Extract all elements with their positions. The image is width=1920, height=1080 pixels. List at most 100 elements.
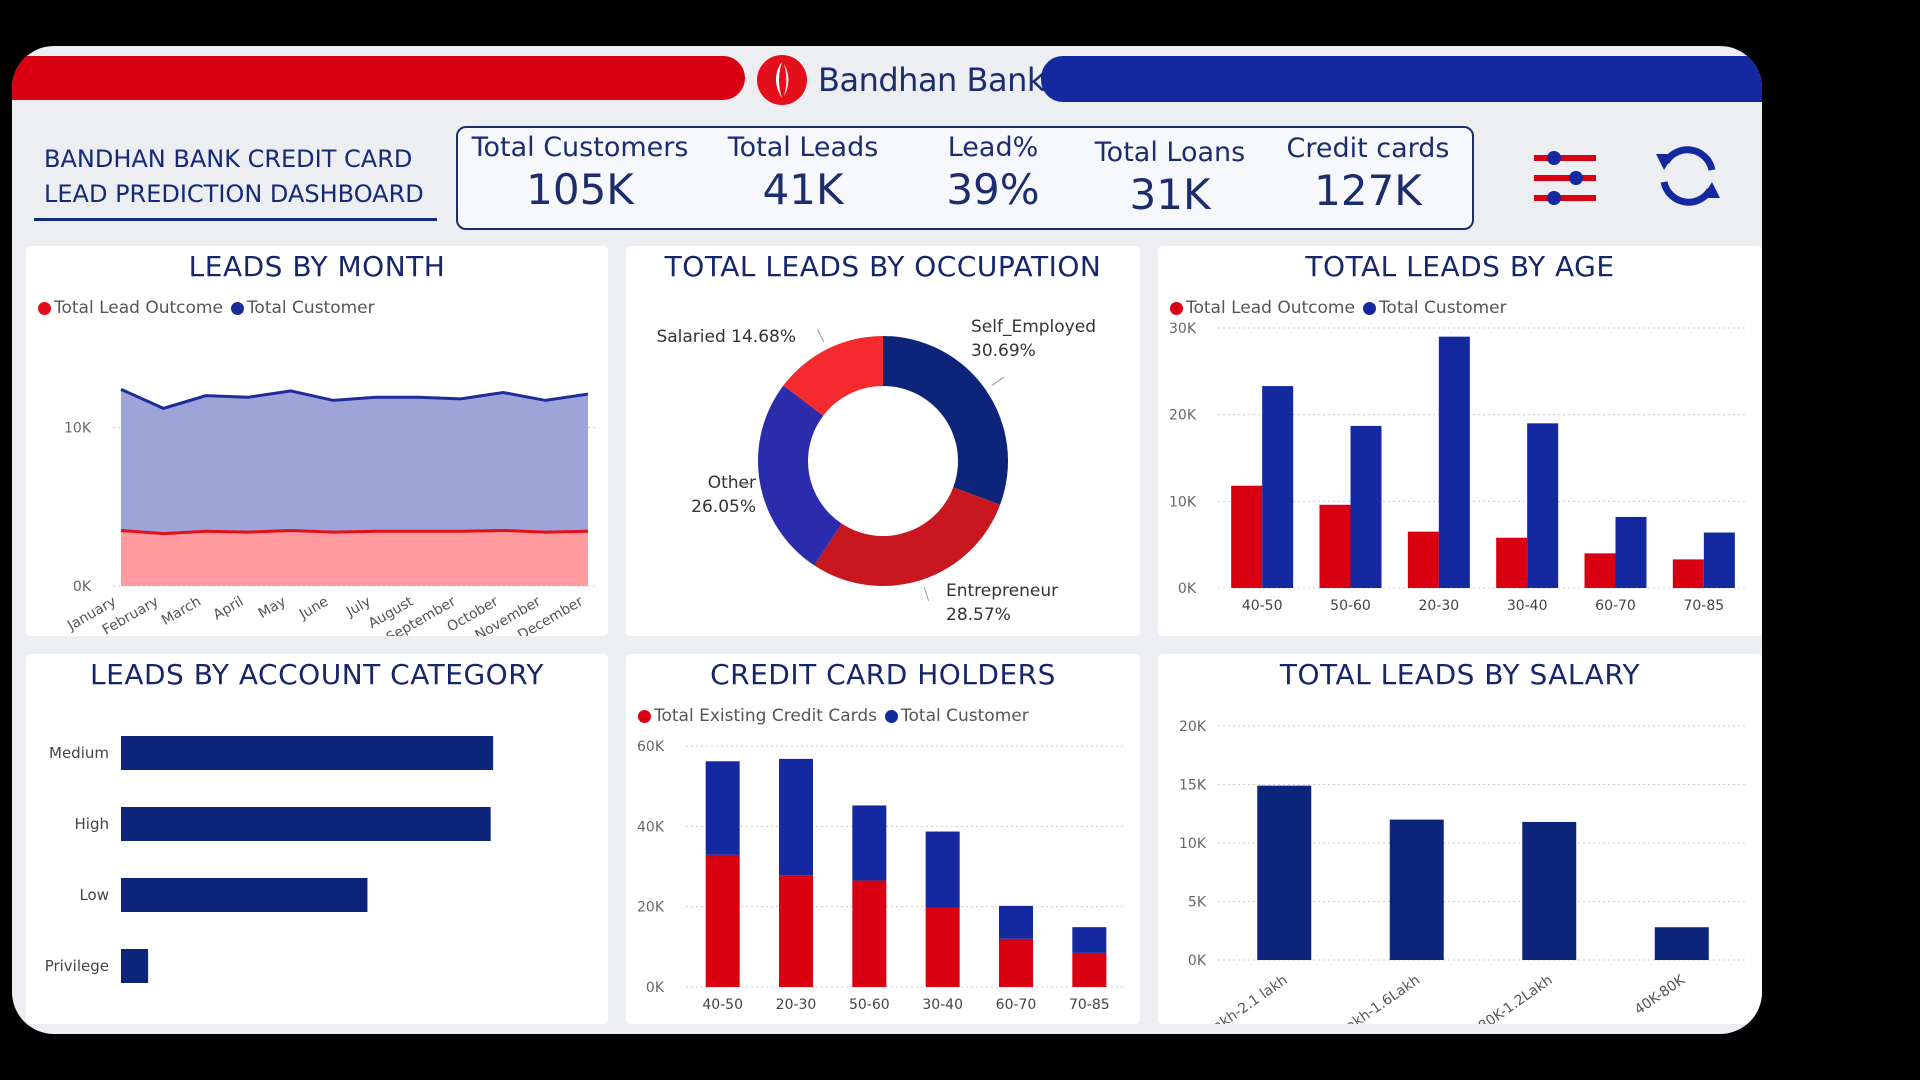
leads-by-salary-chart: 0K 5K 10K 15K 20K 1.6Lakh-2.1 lakh 1.2Lakh-1.6… <box>1179 719 1748 1024</box>
y-category-label: Medium <box>49 744 109 762</box>
bar-total-customer <box>1438 336 1470 588</box>
refresh-icon[interactable] <box>1652 140 1724 212</box>
bar-lead-outcome <box>1319 504 1351 588</box>
slice-label: Self_Employed <box>971 317 1096 337</box>
sliders-icon[interactable] <box>1532 146 1598 210</box>
bandhan-logo: Bandhan Bank <box>756 54 1045 106</box>
bar-existing-cards <box>999 938 1033 987</box>
bar-lead-outcome <box>1231 485 1263 588</box>
kpi-total-loans: Total Loans 31K <box>1080 137 1260 219</box>
bar-total-customer <box>1262 386 1294 588</box>
bar-existing-cards <box>852 880 887 987</box>
x-tick-label: 30-40 <box>922 997 963 1013</box>
kpi-label: Credit cards <box>1286 133 1450 164</box>
y-tick-label: 20K <box>637 900 665 916</box>
kpi-credit-cards: Credit cards 127K <box>1278 133 1458 215</box>
x-tick-label: March <box>159 594 204 629</box>
bar-total-customer <box>1350 425 1382 588</box>
bar-total-customer <box>1527 423 1559 588</box>
bar-salary <box>1654 927 1709 960</box>
x-tick-label: 1.6Lakh-2.1 lakh <box>1186 972 1291 1024</box>
x-tick-label: 40K-80K <box>1632 972 1689 1019</box>
panel-leads-by-month: LEADS BY MONTH Total Lead Outcome Total … <box>26 246 608 636</box>
bar-existing-cards <box>1072 952 1107 987</box>
kpi-label: Lead% <box>947 132 1039 163</box>
x-tick-label: 50-60 <box>1330 598 1371 614</box>
x-tick-label: 60-70 <box>996 997 1037 1013</box>
leader-line <box>817 329 825 343</box>
kpi-strip: Total Customers 105K Total Leads 41K Lea… <box>456 126 1474 230</box>
leader-line <box>923 587 930 601</box>
bar-account-category <box>121 949 149 983</box>
kpi-label: Total Leads <box>727 132 879 163</box>
x-tick-label: 70-85 <box>1683 598 1724 614</box>
bar-total-customer <box>1615 516 1647 588</box>
slice-pct: 28.57% <box>946 605 1011 625</box>
bar-lead-outcome <box>1672 559 1704 588</box>
bar-salary <box>1522 821 1577 960</box>
kpi-value: 105K <box>526 165 634 214</box>
kpi-total-leads: Total Leads 41K <box>708 132 898 214</box>
bar-total-customer <box>705 761 740 855</box>
x-tick-label: 1.2Lakh-1.6Lakh <box>1319 972 1423 1024</box>
dashboard-title-line2: LEAD PREDICTION DASHBOARD <box>44 180 424 208</box>
area-total-lead-outcome <box>121 530 588 586</box>
donut-slice-self-employed <box>883 336 1008 505</box>
leader-line <box>991 376 1005 386</box>
bar-lead-outcome <box>1496 537 1528 588</box>
y-tick-label: 20K <box>1179 719 1207 735</box>
account-category-chart: Medium High Low Privilege <box>45 736 494 983</box>
kpi-lead-percent: Lead% 39% <box>928 132 1058 214</box>
x-tick-label: 30-40 <box>1507 598 1548 614</box>
kpi-value: 31K <box>1129 170 1211 219</box>
panel-leads-by-occupation: TOTAL LEADS BY OCCUPATION Self_Employed 3… <box>626 246 1140 636</box>
bar-salary <box>1389 819 1444 960</box>
slice-pct: 26.05% <box>691 497 756 517</box>
x-tick-label: 50-60 <box>849 997 890 1013</box>
header-red-band <box>12 56 745 100</box>
header-blue-band <box>1041 56 1762 102</box>
kpi-label: Total Loans <box>1094 137 1246 168</box>
y-tick-label: 0K <box>73 579 92 595</box>
x-tick-label: May <box>256 594 289 622</box>
slice-label: Entrepreneur <box>946 581 1058 601</box>
y-tick-label: 0K <box>646 980 665 996</box>
y-tick-label: 40K <box>637 819 665 835</box>
bar-existing-cards <box>705 854 740 987</box>
panel-leads-by-account-category: LEADS BY ACCOUNT CATEGORY Medium High Low P… <box>26 654 608 1024</box>
bar-account-category <box>121 807 491 841</box>
dashboard-title-line1: BANDHAN BANK CREDIT CARD <box>44 145 413 173</box>
x-tick-label: June <box>296 594 331 624</box>
bandhan-logo-icon <box>757 55 807 105</box>
kpi-value: 39% <box>946 165 1040 214</box>
kpi-value: 41K <box>762 165 844 214</box>
bar-total-customer <box>999 905 1033 939</box>
x-tick-label: 70-85 <box>1069 997 1110 1013</box>
y-tick-label: 60K <box>637 739 665 755</box>
occupation-donut-chart: Self_Employed 30.69% Entrepreneur 28.57% Oth… <box>656 317 1096 625</box>
kpi-label: Total Customers <box>471 132 689 163</box>
y-tick-label: 0K <box>1188 953 1207 969</box>
panel-leads-by-salary: TOTAL LEADS BY SALARY 0K 5K 10K 15K 20K 1.6La… <box>1158 654 1762 1024</box>
bar-total-customer <box>925 831 960 908</box>
x-tick-label: 40-50 <box>1242 598 1283 614</box>
y-tick-label: 20K <box>1169 408 1197 424</box>
brand-name: Bandhan Bank <box>818 61 1045 99</box>
bar-total-customer <box>779 758 813 876</box>
dashboard-canvas: Bandhan Bank BANDHAN BANK CREDIT CARD LE… <box>12 46 1762 1034</box>
y-category-label: Low <box>79 886 109 904</box>
leads-by-month-chart: 0K10KJanuaryFebruaryMarch April May June Jul… <box>64 387 596 636</box>
bar-total-customer <box>1703 532 1735 588</box>
panel-leads-by-age: TOTAL LEADS BY AGE Total Lead Outcome To… <box>1158 246 1762 636</box>
bar-total-customer <box>852 805 887 881</box>
kpi-value: 127K <box>1314 166 1422 215</box>
bar-salary <box>1257 785 1312 960</box>
y-tick-label: 30K <box>1169 321 1197 337</box>
bar-existing-cards <box>925 907 960 987</box>
donut-slice-other <box>758 385 842 566</box>
bar-existing-cards <box>779 875 813 987</box>
y-tick-label: 10K <box>1169 494 1197 510</box>
slice-pct: 30.69% <box>971 341 1036 361</box>
kpi-total-customers: Total Customers 105K <box>470 132 690 214</box>
y-tick-label: 10K <box>1179 836 1207 852</box>
